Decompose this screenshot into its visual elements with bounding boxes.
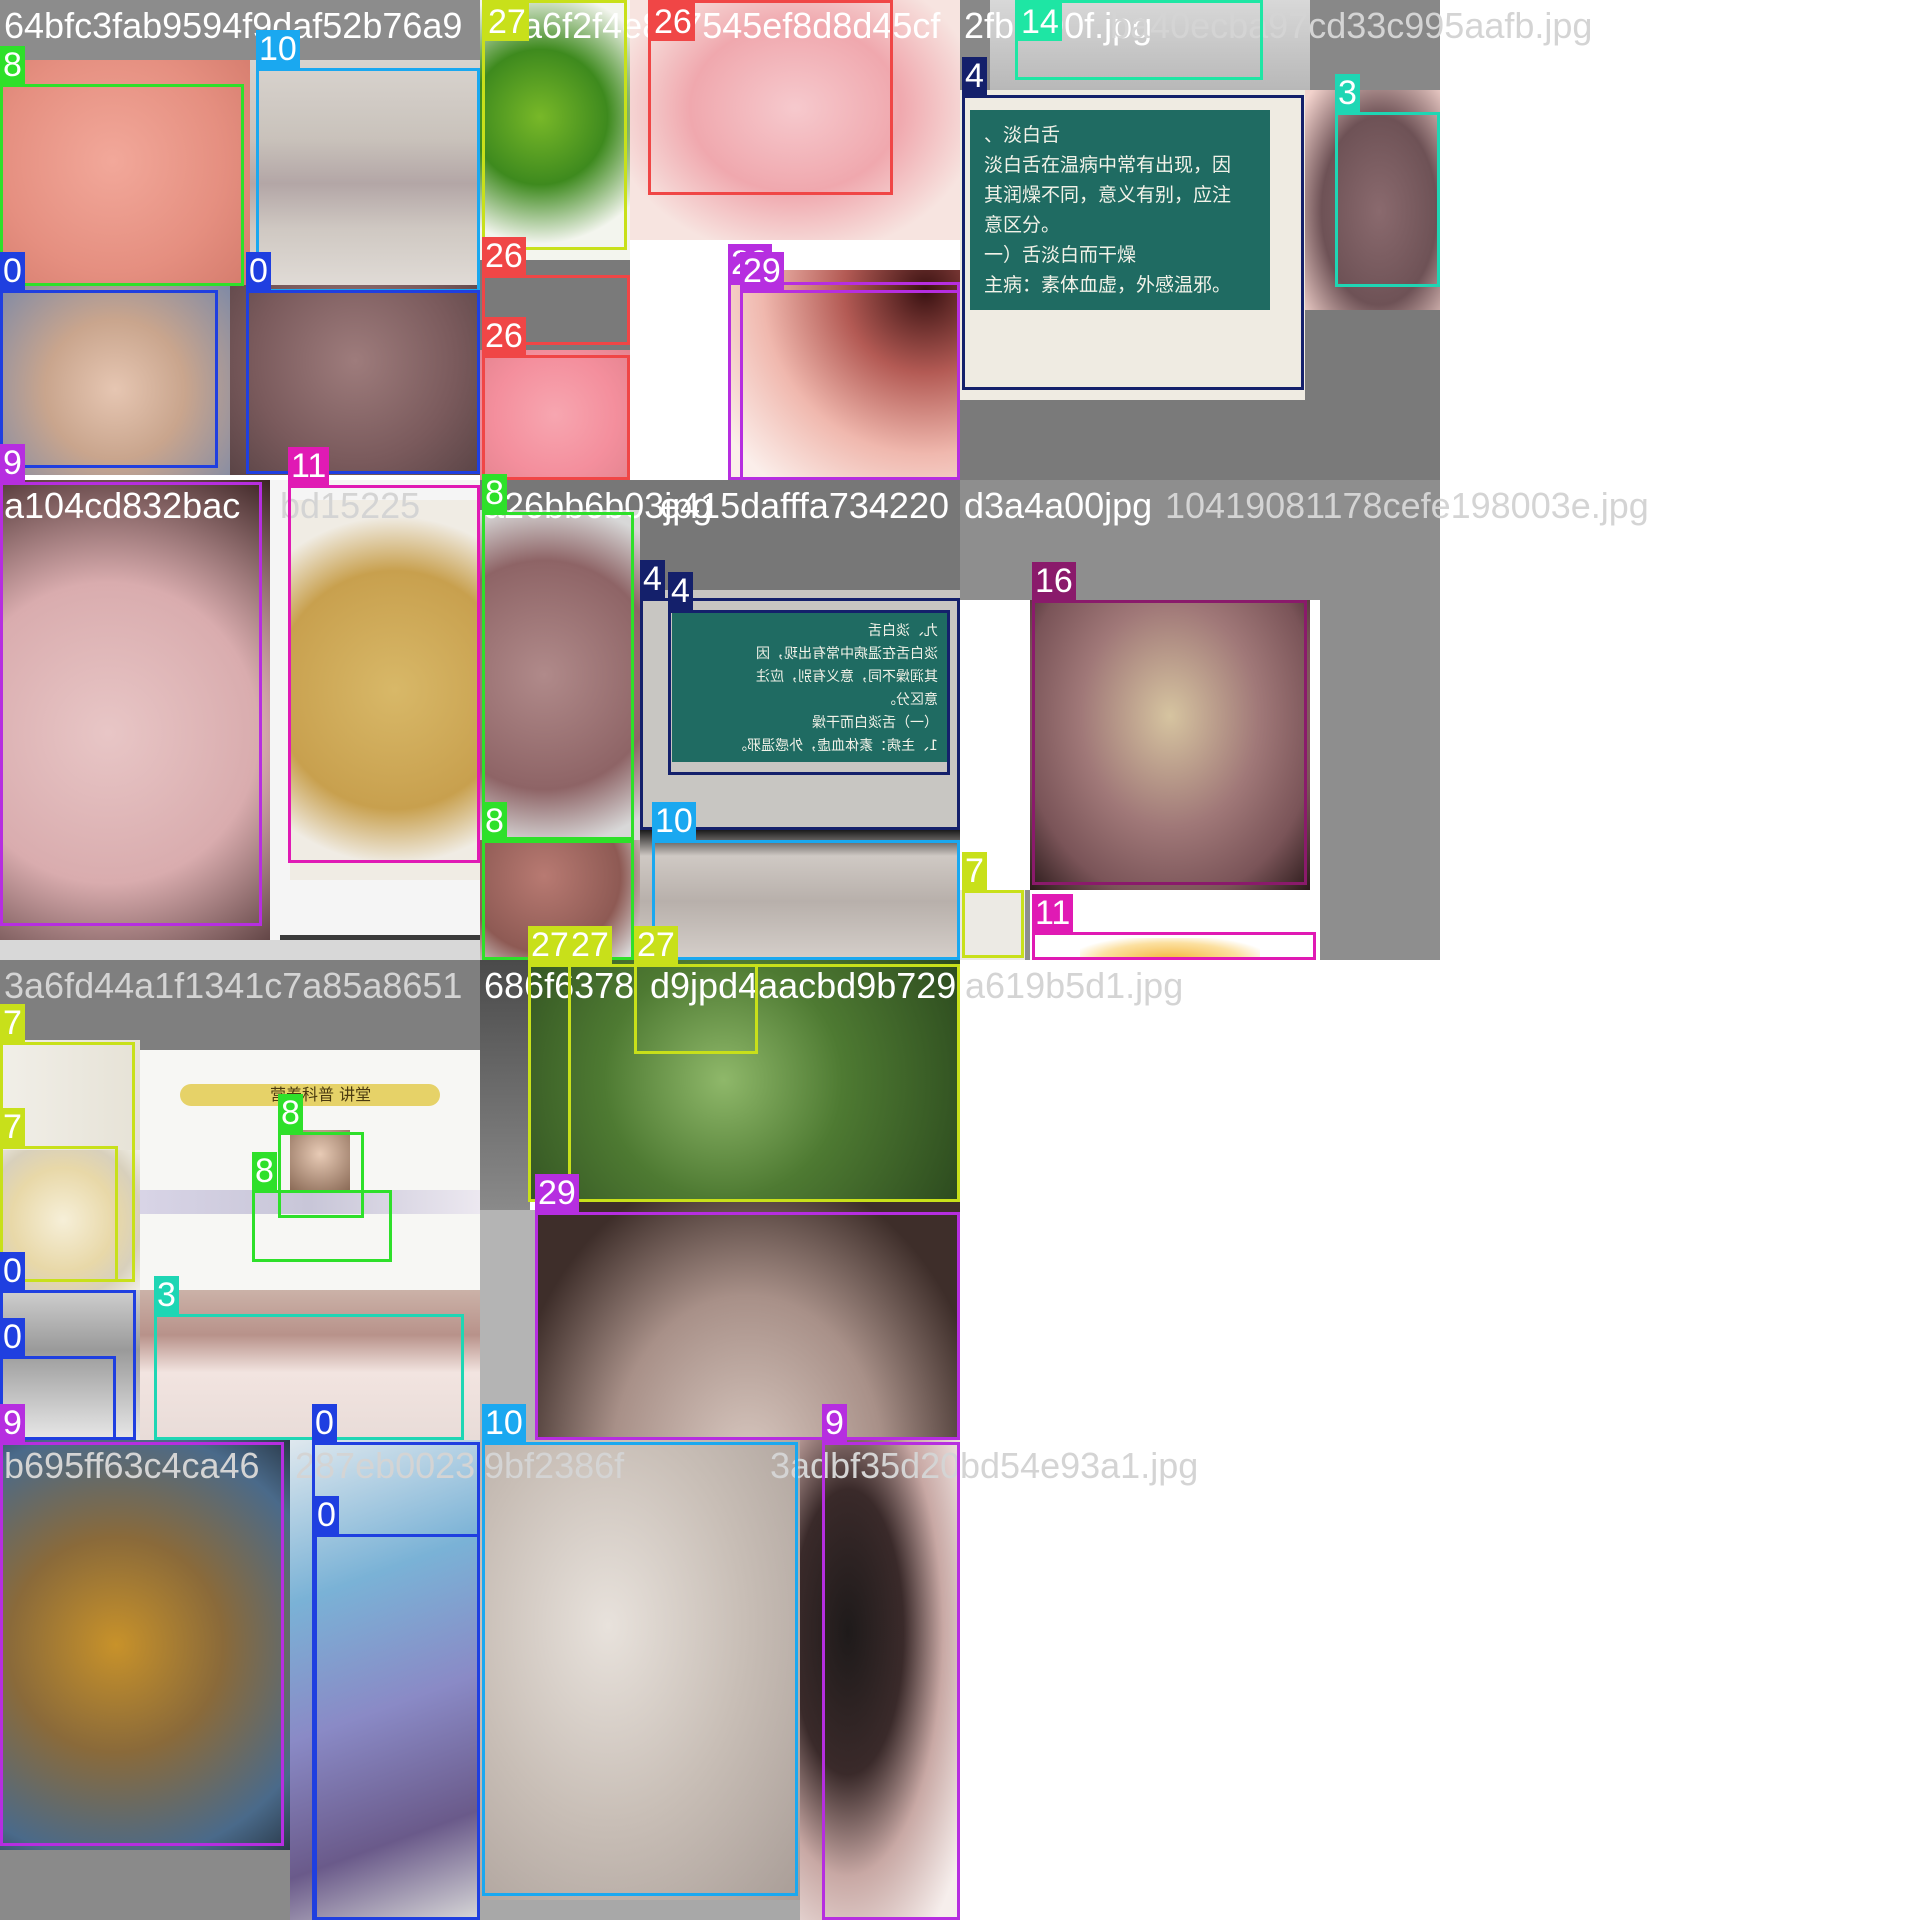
box-class-label: 4 — [640, 560, 665, 598]
bounding-box: 27 — [568, 926, 960, 1202]
box-class-label: 0 — [312, 1404, 337, 1442]
box-class-label: 26 — [651, 3, 695, 41]
box-class-label: 11 — [1032, 894, 1074, 932]
box-class-label: 29 — [740, 252, 784, 290]
box-class-label: 8 — [482, 802, 507, 840]
box-class-label: 8 — [252, 1152, 277, 1190]
bounding-box: 10 — [256, 30, 480, 292]
box-class-label: 9 — [0, 444, 25, 482]
tile-gray-bottom-left — [0, 1850, 290, 1920]
box-class-label: 3 — [154, 1276, 179, 1314]
box-class-label: 4 — [962, 57, 987, 95]
bounding-box: 9 — [0, 1404, 284, 1846]
box-class-label: 26 — [482, 317, 526, 355]
bounding-box: 8 — [0, 46, 244, 286]
bounding-box: 4 — [668, 572, 950, 775]
box-class-label: 27 — [485, 3, 529, 41]
box-class-label: 3 — [1335, 74, 1360, 112]
bounding-box: 4 — [962, 57, 1304, 390]
bounding-box: 11 — [288, 447, 480, 863]
box-class-label: 10 — [652, 802, 696, 840]
box-class-label: 7 — [0, 1004, 25, 1042]
filename-label: bd54e93a1.jpg — [960, 1445, 1199, 1486]
bounding-box: 8 — [252, 1152, 392, 1262]
box-class-label: 10 — [256, 30, 300, 68]
bounding-box: 10 — [482, 1404, 798, 1896]
box-class-label: 4 — [668, 572, 693, 610]
box-class-label: 26 — [482, 237, 526, 275]
bounding-box: 26 — [648, 0, 893, 195]
bounding-box: 29 — [740, 252, 960, 480]
tile-gray-bottom — [480, 1900, 800, 1920]
bounding-box: 9 — [0, 444, 262, 926]
bounding-box: 3 — [1335, 74, 1440, 287]
bounding-box: 27 — [482, 0, 627, 250]
bounding-box: 7 — [962, 852, 1024, 958]
bounding-box: 10 — [652, 802, 960, 960]
box-class-label: 16 — [1032, 562, 1076, 600]
bounding-box: 9 — [822, 1404, 960, 1920]
box-class-label: 8 — [278, 1094, 303, 1132]
bounding-box: 0 — [246, 252, 480, 474]
bounding-box: 3 — [154, 1276, 464, 1440]
bounding-box: 0 — [0, 252, 218, 468]
bounding-box: 26 — [482, 317, 630, 480]
tile-dark-side — [480, 960, 530, 1210]
box-class-label: 0 — [0, 1318, 25, 1356]
box-class-label: 10 — [482, 1404, 526, 1442]
bounding-box: 16 — [1032, 562, 1307, 885]
box-class-label: 7 — [0, 1108, 25, 1146]
bounding-box: 11 — [1032, 894, 1316, 960]
bounding-box: 14 — [1015, 0, 1263, 80]
box-class-label: 27 — [528, 926, 572, 964]
bounding-box: 8 — [482, 474, 634, 840]
tile-row1-gap — [0, 940, 480, 960]
bounding-box: 27 — [634, 926, 758, 1054]
box-class-label: 0 — [246, 252, 271, 290]
tile-white-gap — [630, 240, 730, 480]
box-class-label: 0 — [314, 1496, 339, 1534]
box-class-label: 9 — [822, 1404, 847, 1442]
box-class-label: 7 — [962, 852, 987, 890]
box-class-label: 0 — [0, 1252, 25, 1290]
box-class-label: 8 — [482, 474, 507, 512]
box-class-label: 27 — [634, 926, 678, 964]
box-class-label: 0 — [0, 252, 25, 290]
box-class-label: 14 — [1018, 3, 1062, 41]
box-class-label: 8 — [0, 46, 25, 84]
bounding-box: 29 — [535, 1174, 960, 1440]
box-class-label: 29 — [535, 1174, 579, 1212]
box-class-label: 9 — [0, 1404, 25, 1442]
box-class-label: 11 — [288, 447, 330, 485]
filename-label: a619b5d1.jpg — [965, 965, 1184, 1006]
box-class-label: 27 — [568, 926, 612, 964]
tile-gray-band-2 — [0, 960, 480, 1050]
bounding-box: 0 — [314, 1496, 480, 1920]
